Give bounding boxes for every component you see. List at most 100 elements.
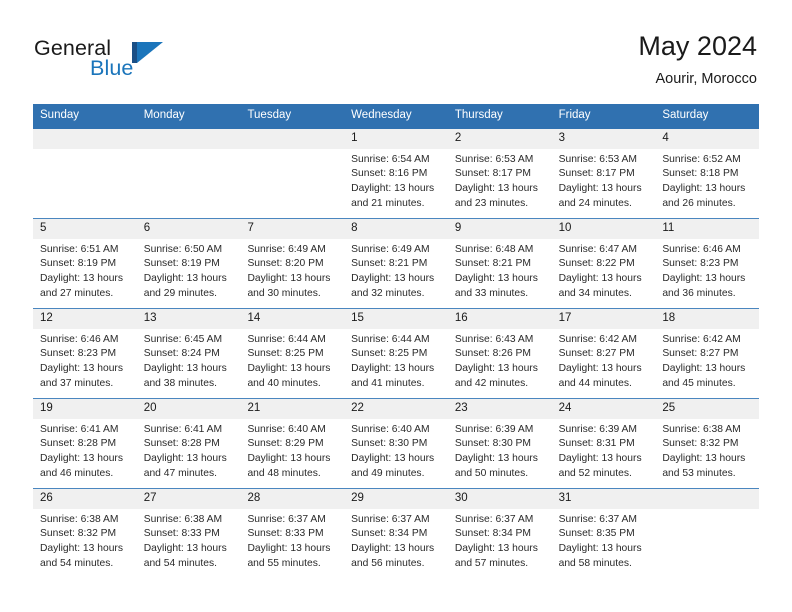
daylight-text-line1: Daylight: 13 hours [558, 273, 642, 285]
calendar-day-cell[interactable]: 24 Sunrise: 6:39 AM Sunset: 8:31 PM Dayligh… [551, 398, 656, 488]
sunrise-text: Sunrise: 6:46 AM [40, 333, 119, 345]
sunset-text: Sunset: 8:27 PM [662, 348, 739, 360]
daylight-text-line1: Daylight: 13 hours [662, 273, 746, 285]
daylight-text-line1: Daylight: 13 hours [351, 273, 435, 285]
weekday-header-saturday: Saturday [662, 109, 709, 121]
calendar-day-cell[interactable]: 16 Sunrise: 6:43 AM Sunset: 8:26 PM Dayligh… [447, 308, 552, 398]
sunset-text: Sunset: 8:33 PM [143, 528, 220, 540]
calendar-day-cell[interactable]: 7 Sunrise: 6:49 AM Sunset: 8:20 PM Daylight… [240, 218, 345, 308]
daylight-text-line1: Daylight: 13 hours [40, 543, 123, 555]
sunrise-text: Sunrise: 6:54 AM [351, 153, 430, 165]
calendar-day-cell[interactable]: 6 Sunrise: 6:50 AM Sunset: 8:19 PM Daylight… [136, 218, 241, 308]
calendar-day-cell[interactable]: 27 Sunrise: 6:38 AM Sunset: 8:33 PM Dayligh… [136, 488, 241, 578]
day-details: Sunrise: 6:46 AM Sunset: 8:23 PM Daylight:… [33, 329, 137, 391]
day-number: 1 [344, 128, 448, 149]
sunset-text: Sunset: 8:30 PM [454, 438, 532, 450]
day-details: Sunrise: 6:46 AM Sunset: 8:23 PM Daylight:… [655, 239, 759, 301]
calendar-day-cell[interactable]: 15 Sunrise: 6:44 AM Sunset: 8:25 PM Dayligh… [344, 308, 448, 398]
calendar-day-cell[interactable]: 10 Sunrise: 6:47 AM Sunset: 8:22 PM Dayligh… [551, 218, 656, 308]
daylight-text-line2: and 56 minutes. [351, 557, 425, 569]
daylight-text-line2: and 52 minutes. [558, 467, 632, 479]
calendar-day-cell[interactable]: 5 Sunrise: 6:51 AM Sunset: 8:19 PM Daylight… [33, 218, 137, 308]
calendar-day-cell[interactable]: 19 Sunrise: 6:41 AM Sunset: 8:28 PM Dayligh… [33, 398, 137, 488]
day-details: Sunrise: 6:37 AM Sunset: 8:35 PM Daylight:… [552, 509, 656, 571]
daylight-text-line1: Daylight: 13 hours [247, 363, 331, 375]
daylight-text-line1: Daylight: 13 hours [454, 183, 538, 195]
daylight-text-line2: and 37 minutes. [40, 377, 114, 389]
day-details: Sunrise: 6:51 AM Sunset: 8:19 PM Daylight:… [33, 239, 137, 301]
daylight-text-line2: and 58 minutes. [558, 557, 632, 569]
day-number: 15 [344, 308, 448, 329]
page-title: May 2024 [638, 31, 757, 61]
sunrise-text: Sunrise: 6:40 AM [351, 423, 430, 435]
calendar-day-cell[interactable]: 30 Sunrise: 6:37 AM Sunset: 8:34 PM Dayligh… [447, 488, 552, 578]
sunset-text: Sunset: 8:33 PM [247, 528, 324, 540]
calendar-day-cell[interactable]: 14 Sunrise: 6:44 AM Sunset: 8:25 PM Dayligh… [240, 308, 345, 398]
day-details: Sunrise: 6:44 AM Sunset: 8:25 PM Daylight:… [344, 329, 448, 391]
sunset-text: Sunset: 8:21 PM [351, 258, 428, 270]
calendar-day-cell[interactable]: 23 Sunrise: 6:39 AM Sunset: 8:30 PM Dayligh… [447, 398, 552, 488]
daylight-text-line1: Daylight: 13 hours [351, 183, 435, 195]
calendar-day-cell[interactable]: 26 Sunrise: 6:38 AM Sunset: 8:32 PM Dayligh… [33, 488, 137, 578]
daylight-text-line1: Daylight: 13 hours [40, 273, 123, 285]
day-number: 31 [551, 488, 656, 509]
sunset-text: Sunset: 8:23 PM [662, 258, 739, 270]
daylight-text-line1: Daylight: 13 hours [454, 543, 538, 555]
calendar-day-cell[interactable]: 2 Sunrise: 6:53 AM Sunset: 8:17 PM Daylight… [447, 128, 552, 218]
sunset-text: Sunset: 8:34 PM [454, 528, 532, 540]
day-number: 25 [655, 398, 760, 419]
daylight-text-line2: and 47 minutes. [143, 467, 217, 479]
calendar-day-cell[interactable]: 12 Sunrise: 6:46 AM Sunset: 8:23 PM Dayligh… [33, 308, 137, 398]
daylight-text-line1: Daylight: 13 hours [351, 543, 435, 555]
calendar-week-row: 19 Sunrise: 6:41 AM Sunset: 8:28 PM Dayligh… [33, 397, 760, 488]
calendar-day-cell[interactable]: 29 Sunrise: 6:37 AM Sunset: 8:34 PM Dayligh… [344, 488, 448, 578]
daylight-text-line1: Daylight: 13 hours [558, 363, 642, 375]
day-number: 28 [240, 488, 345, 509]
calendar-day-cell[interactable]: 11 Sunrise: 6:46 AM Sunset: 8:23 PM Dayligh… [655, 218, 760, 308]
calendar-day-cell[interactable]: 21 Sunrise: 6:40 AM Sunset: 8:29 PM Dayligh… [240, 398, 345, 488]
weekday-header-monday: Monday [143, 109, 185, 121]
daylight-text-line2: and 42 minutes. [454, 377, 529, 389]
calendar-day-cell[interactable]: 25 Sunrise: 6:38 AM Sunset: 8:32 PM Dayligh… [655, 398, 760, 488]
day-details: Sunrise: 6:49 AM Sunset: 8:20 PM Daylight:… [240, 239, 344, 301]
calendar-week-row: 1 Sunrise: 6:54 AM Sunset: 8:16 PM Daylight… [33, 128, 760, 218]
calendar-day-cell[interactable]: 8 Sunrise: 6:49 AM Sunset: 8:21 PM Daylight… [344, 218, 448, 308]
page-subtitle: Aourir, Morocco [655, 70, 757, 87]
day-details: Sunrise: 6:49 AM Sunset: 8:21 PM Daylight:… [344, 239, 448, 301]
calendar-day-cell[interactable]: 18 Sunrise: 6:42 AM Sunset: 8:27 PM Dayligh… [655, 308, 760, 398]
weekday-header-tuesday: Tuesday [247, 109, 292, 121]
daylight-text-line2: and 29 minutes. [143, 287, 217, 299]
day-details: Sunrise: 6:37 AM Sunset: 8:33 PM Daylight:… [240, 509, 344, 571]
day-details: Sunrise: 6:40 AM Sunset: 8:30 PM Daylight:… [344, 419, 448, 481]
calendar-day-cell[interactable]: 22 Sunrise: 6:40 AM Sunset: 8:30 PM Dayligh… [344, 398, 448, 488]
daylight-text-line2: and 30 minutes. [247, 287, 321, 299]
sunset-text: Sunset: 8:16 PM [351, 168, 428, 180]
day-number: 10 [551, 218, 656, 239]
day-number: 24 [551, 398, 656, 419]
daylight-text-line2: and 33 minutes. [454, 287, 529, 299]
daylight-text-line2: and 48 minutes. [247, 467, 321, 479]
calendar-day-cell[interactable]: 28 Sunrise: 6:37 AM Sunset: 8:33 PM Dayligh… [240, 488, 345, 578]
daylight-text-line1: Daylight: 13 hours [143, 273, 227, 285]
day-number: 9 [447, 218, 552, 239]
calendar-day-cell[interactable]: 4 Sunrise: 6:52 AM Sunset: 8:18 PM Daylight… [655, 128, 760, 218]
calendar-week-row: 5 Sunrise: 6:51 AM Sunset: 8:19 PM Daylight… [33, 217, 760, 308]
sunset-text: Sunset: 8:19 PM [40, 258, 117, 270]
calendar-day-cell[interactable]: 9 Sunrise: 6:48 AM Sunset: 8:21 PM Daylight… [447, 218, 552, 308]
sunrise-text: Sunrise: 6:41 AM [40, 423, 119, 435]
calendar-day-cell[interactable]: 20 Sunrise: 6:41 AM Sunset: 8:28 PM Dayligh… [136, 398, 241, 488]
weekday-header-friday: Friday [558, 109, 591, 121]
calendar-day-cell[interactable]: 31 Sunrise: 6:37 AM Sunset: 8:35 PM Dayligh… [551, 488, 656, 578]
day-number: 21 [240, 398, 345, 419]
sunrise-text: Sunrise: 6:52 AM [662, 153, 741, 165]
day-details [137, 149, 241, 153]
calendar-day-cell[interactable]: 3 Sunrise: 6:53 AM Sunset: 8:17 PM Daylight… [551, 128, 656, 218]
calendar-day-cell[interactable]: 17 Sunrise: 6:42 AM Sunset: 8:27 PM Dayligh… [551, 308, 656, 398]
calendar-day-cell[interactable]: 1 Sunrise: 6:54 AM Sunset: 8:16 PM Daylight… [344, 128, 448, 218]
day-details: Sunrise: 6:41 AM Sunset: 8:28 PM Daylight:… [137, 419, 241, 481]
sunset-text: Sunset: 8:34 PM [351, 528, 428, 540]
calendar-day-cell-empty [136, 128, 241, 218]
day-details: Sunrise: 6:50 AM Sunset: 8:19 PM Daylight:… [137, 239, 241, 301]
calendar-day-cell[interactable]: 13 Sunrise: 6:45 AM Sunset: 8:24 PM Dayligh… [136, 308, 241, 398]
sunset-text: Sunset: 8:32 PM [662, 438, 739, 450]
